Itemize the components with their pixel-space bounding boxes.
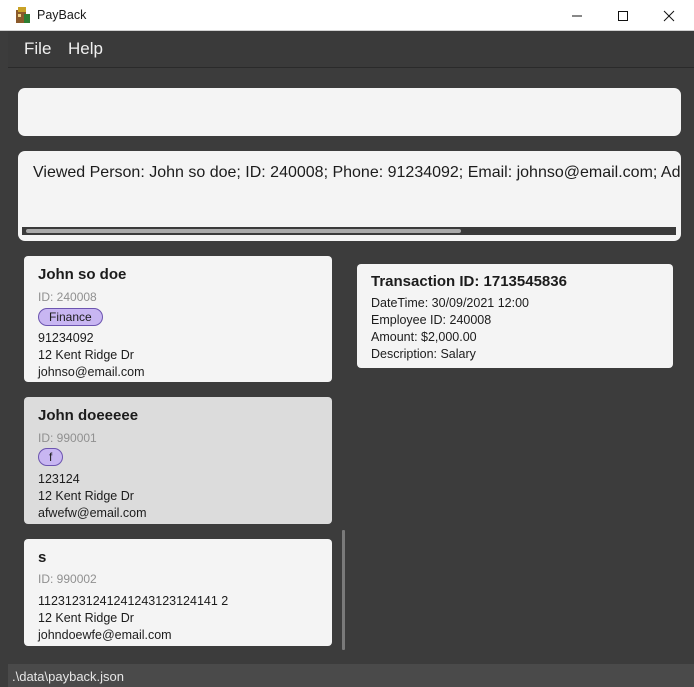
transaction-employee-id: Employee ID: 240008: [371, 313, 492, 327]
app-icon: [15, 6, 31, 24]
person-id: ID: 990001: [38, 431, 97, 445]
result-display: Viewed Person: John so doe; ID: 240008; …: [18, 151, 681, 241]
menu-bar: File Help: [8, 31, 694, 68]
result-scrollbar[interactable]: [22, 227, 676, 235]
person-phone: 11231231241241243123124141 2: [38, 594, 229, 608]
window-edge: [686, 68, 694, 664]
result-scrollbar-thumb[interactable]: [26, 229, 461, 233]
transaction-description: Description: Salary: [371, 347, 476, 361]
person-email: johndoewfe@email.com: [38, 628, 172, 642]
person-address: 12 Kent Ridge Dr: [38, 611, 134, 625]
transaction-id: Transaction ID: 1713545836: [371, 273, 567, 290]
person-phone: 123124: [38, 472, 80, 486]
person-card[interactable]: John so doe ID: 240008 Finance 91234092 …: [24, 256, 332, 382]
person-list: John so doe ID: 240008 Finance 91234092 …: [18, 252, 348, 652]
menu-file[interactable]: File: [24, 39, 51, 59]
status-bar: .\data\payback.json: [8, 664, 694, 687]
person-name: John doeeeee: [38, 407, 139, 424]
person-name: s: [38, 549, 47, 566]
result-text: Viewed Person: John so doe; ID: 240008; …: [33, 164, 681, 181]
person-tag: f: [38, 448, 64, 466]
close-button[interactable]: [646, 0, 692, 31]
person-email: johnso@email.com: [38, 365, 145, 379]
maximize-button[interactable]: [600, 0, 646, 31]
person-card[interactable]: John doeeeee ID: 990001 f 123124 12 Kent…: [24, 397, 332, 524]
person-id: ID: 990002: [38, 572, 97, 586]
person-address: 12 Kent Ridge Dr: [38, 489, 134, 503]
person-id: ID: 240008: [38, 290, 97, 304]
transaction-datetime: DateTime: 30/09/2021 12:00: [371, 296, 529, 310]
transaction-card[interactable]: Transaction ID: 1713545836 DateTime: 30/…: [357, 264, 673, 368]
person-email: afwefw@email.com: [38, 506, 147, 520]
data-file-path: .\data\payback.json: [12, 669, 125, 684]
transaction-amount: Amount: $2,000.00: [371, 330, 477, 344]
command-input[interactable]: [18, 88, 681, 136]
menu-help[interactable]: Help: [68, 39, 103, 59]
person-phone: 91234092: [38, 331, 94, 345]
person-card[interactable]: s ID: 990002 11231231241241243123124141 …: [24, 539, 332, 646]
person-tag: Finance: [38, 308, 103, 326]
person-address: 12 Kent Ridge Dr: [38, 348, 134, 362]
person-list-scrollbar[interactable]: [342, 530, 345, 650]
window-title: PayBack: [37, 8, 87, 22]
title-bar: PayBack: [0, 0, 694, 31]
person-name: John so doe: [38, 266, 127, 283]
minimize-button[interactable]: [554, 0, 600, 31]
